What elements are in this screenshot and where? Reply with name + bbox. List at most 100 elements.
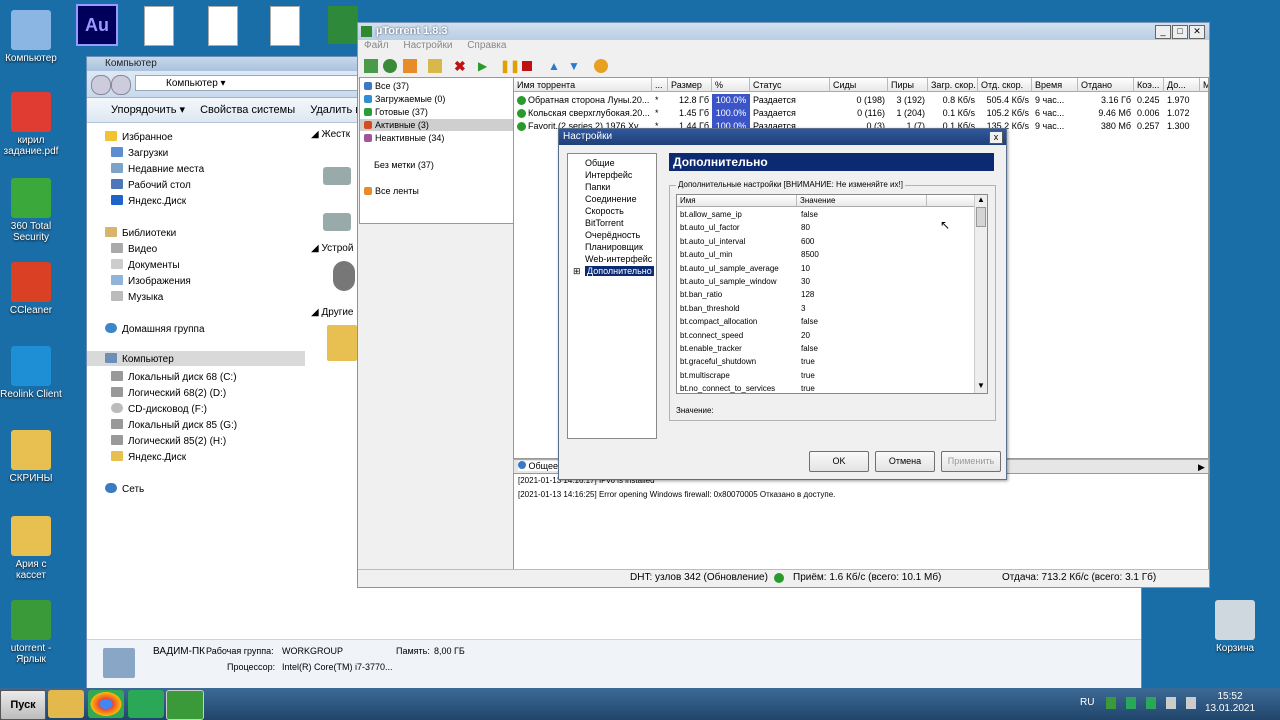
menu-help[interactable]: Справка — [467, 40, 506, 51]
settings-tree-item[interactable]: Скорость — [585, 206, 624, 216]
stop-icon[interactable] — [522, 61, 532, 71]
add-url-icon[interactable] — [383, 59, 397, 73]
category-item[interactable]: Неактивные (34) — [364, 133, 444, 143]
settings-scrollbar[interactable]: ▲ ▼ — [974, 195, 987, 393]
setting-value[interactable]: 8500 — [801, 250, 819, 259]
column-header[interactable]: Размер — [668, 78, 712, 92]
organize-button[interactable]: Упорядочить ▾ — [99, 98, 185, 122]
add-torrent-icon[interactable] — [364, 59, 378, 73]
nav-music[interactable]: Музыка — [111, 291, 163, 303]
setting-value[interactable]: true — [801, 371, 815, 380]
column-header[interactable]: Загр. скор. — [928, 78, 978, 92]
clock[interactable]: 15:52 13.01.2021 — [1200, 691, 1260, 715]
setting-name[interactable]: bt.auto_ul_min — [680, 250, 732, 259]
apply-button[interactable]: Применить — [941, 451, 1001, 472]
col-value-header[interactable]: Значение — [797, 195, 927, 207]
setting-value[interactable]: false — [801, 317, 818, 326]
setting-value[interactable]: false — [801, 210, 818, 219]
tab-general[interactable]: Общее — [518, 461, 558, 471]
settings-tree-item[interactable]: Web-интерфейс — [585, 254, 652, 264]
column-header[interactable]: Метка — [1200, 78, 1208, 92]
hdd-icon[interactable] — [323, 167, 351, 185]
setting-name[interactable]: bt.compact_allocation — [680, 317, 757, 326]
desktop-icon[interactable]: 360 Total Security — [0, 178, 62, 243]
nav-homegroup[interactable]: Домашняя группа — [105, 323, 205, 335]
col-name-header[interactable]: Имя — [677, 195, 797, 207]
nav-images[interactable]: Изображения — [111, 275, 191, 287]
category-item[interactable]: Загружаемые (0) — [364, 94, 445, 104]
setting-name[interactable]: bt.auto_ul_sample_window — [680, 277, 777, 286]
torrent-row[interactable]: Обратная сторона Луны.20... * 12.8 Гб 100.0… — [514, 94, 1208, 107]
tray-icon[interactable] — [1146, 697, 1156, 709]
setting-value[interactable]: false — [801, 344, 818, 353]
desktop-icon[interactable]: CCleaner — [0, 262, 62, 316]
cancel-button[interactable]: Отмена — [875, 451, 935, 472]
ok-button[interactable]: OK — [809, 451, 869, 472]
nav-yandex-disk[interactable]: Яндекс.Диск — [111, 451, 186, 463]
utorrent-taskbar-icon[interactable] — [166, 690, 204, 720]
settings-tree-item[interactable]: Очерёдность — [585, 230, 640, 240]
column-header[interactable]: Коэ... — [1134, 78, 1164, 92]
setting-value[interactable]: 128 — [801, 290, 814, 299]
column-header[interactable]: % — [712, 78, 750, 92]
setting-value[interactable]: 20 — [801, 331, 810, 340]
column-header[interactable]: Сиды — [830, 78, 888, 92]
close-button[interactable]: ✕ — [1189, 25, 1205, 39]
desktop-icon[interactable]: Компьютер — [0, 10, 62, 64]
nav-libraries[interactable]: Библиотеки — [105, 227, 176, 239]
setting-name[interactable]: bt.multiscrape — [680, 371, 730, 380]
category-item[interactable]: Все (37) — [364, 81, 409, 91]
settings-tree-item[interactable]: BitTorrent — [585, 218, 624, 228]
setting-value[interactable]: 10 — [801, 264, 810, 273]
setting-name[interactable]: bt.auto_ul_interval — [680, 237, 745, 246]
nav-video[interactable]: Видео — [111, 243, 157, 255]
desktop-icon[interactable]: Reolink Client — [0, 346, 62, 400]
torrent-row[interactable]: Кольская сверхглубокая.20... * 1.45 Гб 100.… — [514, 107, 1208, 120]
nav-computer[interactable]: Компьютер — [105, 353, 174, 365]
setting-value[interactable]: 600 — [801, 237, 814, 246]
app-taskbar-icon[interactable] — [128, 690, 164, 718]
hdd-icon[interactable] — [323, 213, 351, 231]
utorrent-tray-icon[interactable] — [1106, 697, 1116, 709]
label-none[interactable]: Без метки (37) — [374, 160, 434, 170]
create-torrent-icon[interactable] — [428, 59, 442, 73]
move-down-icon[interactable]: ▼ — [568, 59, 582, 73]
nav-desktop[interactable]: Рабочий стол — [111, 179, 191, 191]
setting-value[interactable]: true — [801, 357, 815, 366]
minimize-button[interactable]: _ — [1155, 25, 1171, 39]
settings-tree-item[interactable]: Планировщик — [585, 242, 643, 252]
settings-tree-item[interactable]: Папки — [585, 182, 610, 192]
back-button[interactable] — [91, 75, 111, 95]
setting-value[interactable]: 30 — [801, 277, 810, 286]
preferences-icon[interactable] — [594, 59, 608, 73]
desktop-icon-seo[interactable] — [208, 6, 238, 46]
setting-name[interactable]: bt.allow_same_ip — [680, 210, 742, 219]
expand-icon[interactable]: ⊞ — [573, 266, 581, 277]
nav-documents[interactable]: Документы — [111, 259, 180, 271]
column-header[interactable]: Статус — [750, 78, 830, 92]
nav-favorites[interactable]: Избранное — [105, 131, 173, 143]
maximize-button[interactable]: □ — [1172, 25, 1188, 39]
setting-value[interactable]: true — [801, 384, 815, 393]
nav-drive-f[interactable]: CD-дисковод (F:) — [111, 403, 207, 415]
setting-value[interactable]: 3 — [801, 304, 805, 313]
nav-network[interactable]: Сеть — [105, 483, 144, 495]
desktop-icon[interactable]: Ария с кассет — [0, 516, 62, 581]
column-header[interactable]: Пиры — [888, 78, 928, 92]
scroll-thumb[interactable] — [976, 207, 986, 227]
feeds-item[interactable]: Все ленты — [364, 186, 419, 196]
explorer-taskbar-icon[interactable] — [48, 690, 84, 718]
language-indicator[interactable]: RU — [1080, 697, 1094, 708]
menu-settings[interactable]: Настройки — [403, 40, 452, 51]
move-up-icon[interactable]: ▲ — [548, 59, 562, 73]
settings-tree-item[interactable]: Общие — [585, 158, 615, 168]
category-item[interactable]: Готовые (37) — [364, 107, 428, 117]
nav-drive-h[interactable]: Логический 85(2) (H:) — [111, 435, 226, 447]
chrome-taskbar-icon[interactable] — [88, 690, 124, 718]
category-item-active[interactable]: Активные (3) — [364, 120, 429, 130]
setting-name[interactable]: bt.graceful_shutdown — [680, 357, 756, 366]
setting-value[interactable]: 80 — [801, 223, 810, 232]
column-header[interactable]: Отд. скор. — [978, 78, 1032, 92]
start-button[interactable]: Пуск — [0, 690, 46, 720]
desktop-icon-place[interactable] — [328, 6, 358, 44]
